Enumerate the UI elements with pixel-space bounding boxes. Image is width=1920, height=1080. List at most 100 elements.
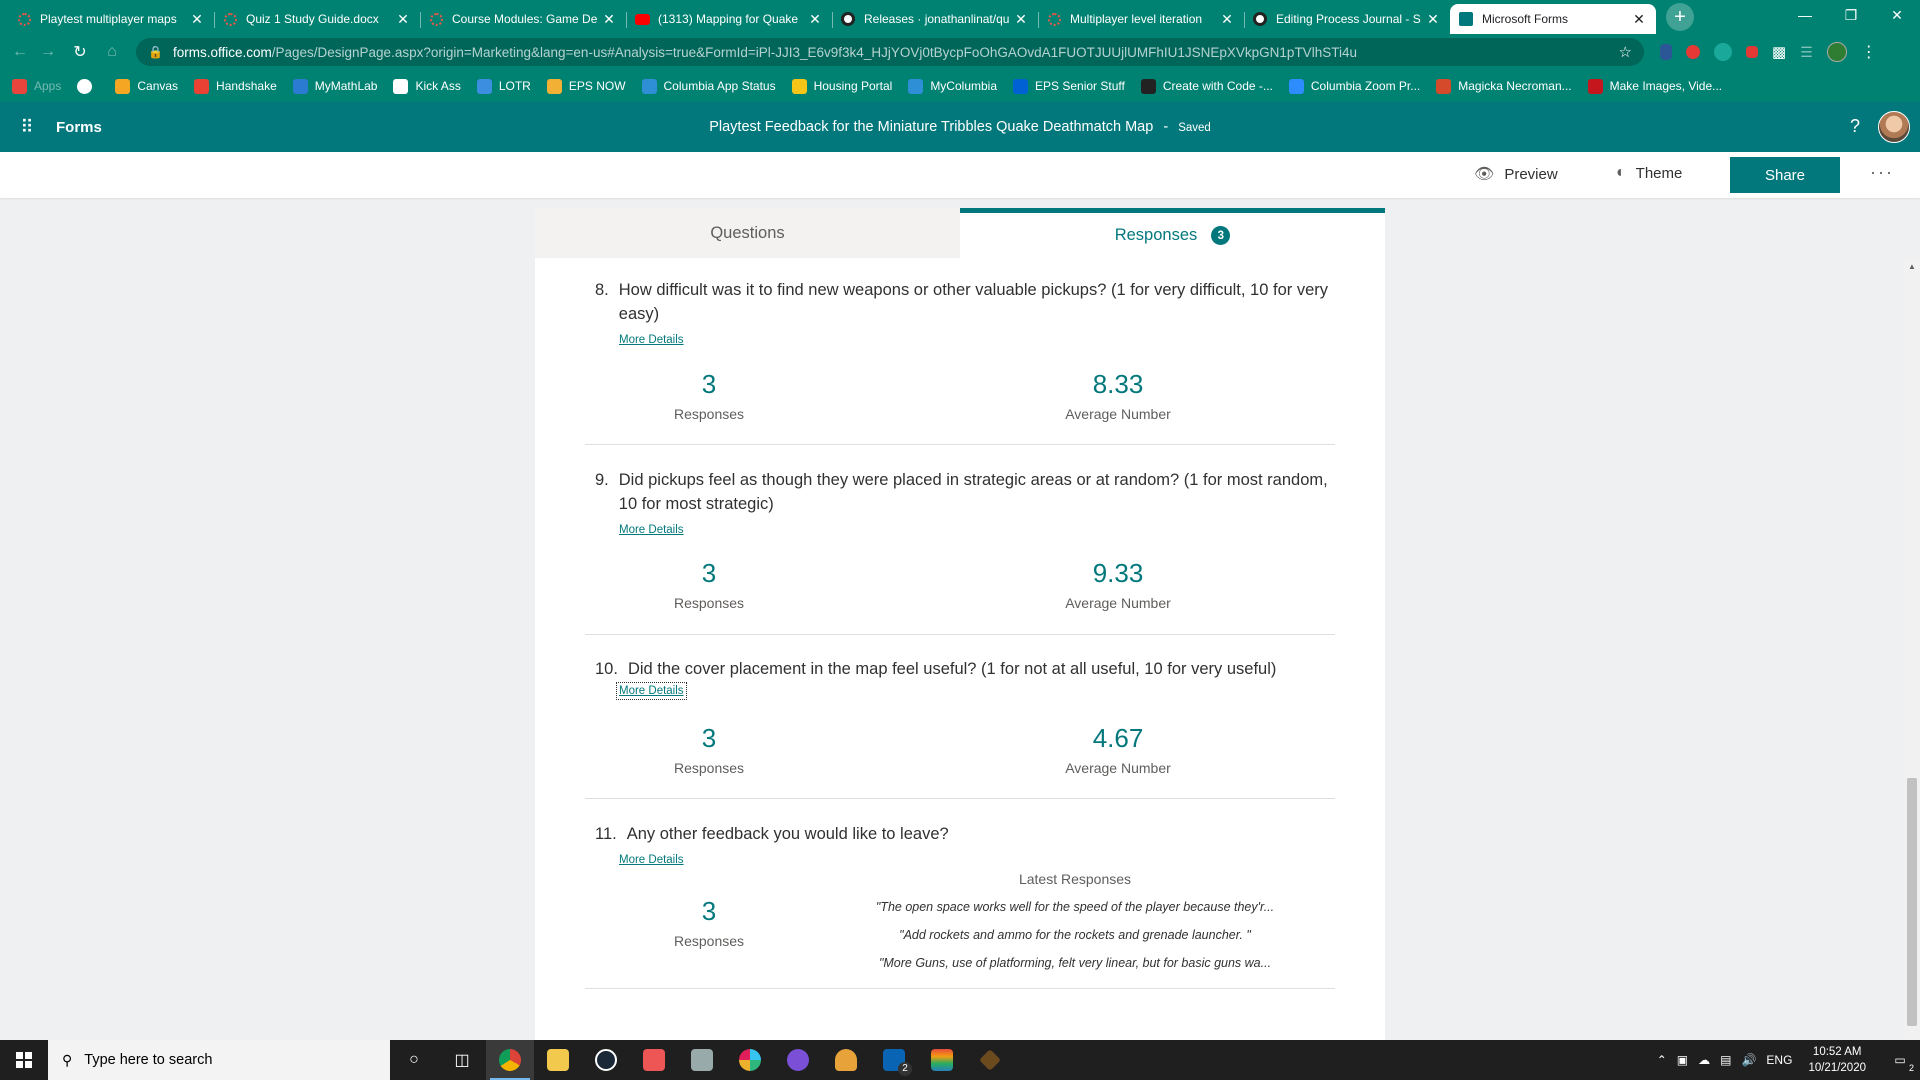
bookmark-item[interactable]: MyMathLab <box>292 78 377 94</box>
language-indicator[interactable]: ENG <box>1766 1053 1792 1067</box>
scrollbar-thumb[interactable] <box>1907 778 1917 1026</box>
app-launcher-icon[interactable]: ⠿ <box>0 117 54 138</box>
notification-icon[interactable]: ▭ 2 <box>1880 1053 1920 1073</box>
share-button[interactable]: Share <box>1730 157 1840 193</box>
discord-app-icon[interactable] <box>630 1040 678 1080</box>
browser-tab[interactable]: Editing Process Journal - S ✕ <box>1244 4 1450 34</box>
clock[interactable]: 10:52 AM 10/21/2020 <box>1808 1044 1866 1076</box>
bookmark-item[interactable]: Columbia Zoom Pr... <box>1288 78 1420 94</box>
bookmark-item[interactable]: Canvas <box>115 78 178 94</box>
windows-start-icon[interactable] <box>0 1040 48 1080</box>
app-name[interactable]: Forms <box>56 119 102 136</box>
close-tab-icon[interactable]: ✕ <box>1424 11 1442 28</box>
more-details-link[interactable]: More Details <box>616 682 687 700</box>
app-icon[interactable] <box>822 1040 870 1080</box>
more-details-link[interactable]: More Details <box>619 524 684 536</box>
home-icon[interactable]: ⌂ <box>98 38 126 66</box>
bookmark-star-icon[interactable]: ☆ <box>1619 43 1632 61</box>
file-explorer-icon[interactable] <box>534 1040 582 1080</box>
new-tab-button[interactable]: + <box>1666 3 1694 31</box>
browser-tab[interactable]: Releases · jonathanlinat/qu ✕ <box>832 4 1038 34</box>
bookmark-item[interactable]: Create with Code -... <box>1140 78 1273 94</box>
mail-icon[interactable]: 2 <box>870 1040 918 1080</box>
onedrive-icon[interactable]: ☁ <box>1698 1053 1710 1067</box>
tray-app-icon[interactable]: ▣ <box>1677 1053 1688 1067</box>
more-options-icon[interactable]: ··· <box>1870 162 1894 183</box>
bookmark-item[interactable]: MyColumbia <box>908 78 997 94</box>
avatar[interactable] <box>1878 111 1910 143</box>
close-tab-icon[interactable]: ✕ <box>1630 11 1648 28</box>
bookmark-item[interactable]: EPS NOW <box>546 78 626 94</box>
extension-icon[interactable] <box>1746 46 1758 58</box>
chevron-up-icon[interactable]: ⌃ <box>1657 1053 1667 1067</box>
restore-icon[interactable]: ❐ <box>1828 0 1874 30</box>
responses-label: Responses <box>673 760 745 776</box>
form-title-area: Playtest Feedback for the Miniature Trib… <box>0 119 1920 135</box>
slack-icon[interactable] <box>726 1040 774 1080</box>
extension-icon[interactable] <box>1660 44 1672 60</box>
scroll-up-arrow-icon[interactable]: ▲ <box>1904 258 1920 274</box>
chrome-icon[interactable] <box>486 1040 534 1080</box>
browser-tab[interactable]: Playtest multiplayer maps ✕ <box>8 4 214 34</box>
theme-button[interactable]: ◐ Theme <box>1616 164 1682 182</box>
task-view-icon[interactable]: ◫ <box>438 1040 486 1080</box>
volume-icon[interactable]: 🔊 <box>1741 1053 1756 1067</box>
app-icon[interactable] <box>918 1040 966 1080</box>
extension-icon[interactable] <box>1714 43 1732 61</box>
network-icon[interactable]: ▤ <box>1720 1053 1731 1067</box>
tab-questions[interactable]: Questions <box>535 208 960 258</box>
browser-menu-icon[interactable]: ⋮ <box>1861 42 1877 62</box>
bookmark-item[interactable] <box>77 78 99 94</box>
extension-icon[interactable] <box>1686 45 1700 59</box>
responses-card: 8. How difficult was it to find new weap… <box>535 258 1385 1040</box>
cortana-icon[interactable]: ○ <box>390 1040 438 1080</box>
back-arrow-icon[interactable]: ← <box>6 38 34 66</box>
minimize-icon[interactable]: — <box>1782 0 1828 30</box>
app-icon[interactable] <box>678 1040 726 1080</box>
more-details-link[interactable]: More Details <box>619 334 684 346</box>
help-button[interactable]: ? <box>1850 116 1860 137</box>
profile-icon[interactable] <box>1826 42 1847 62</box>
bookmark-item[interactable]: LOTR <box>476 78 531 94</box>
puzzle-icon[interactable]: ▩ <box>1772 43 1786 61</box>
responses-label: Responses <box>673 933 745 949</box>
more-details-link[interactable]: More Details <box>619 854 684 866</box>
bookmark-item[interactable]: Apps <box>12 78 61 94</box>
close-tab-icon[interactable]: ✕ <box>806 11 824 28</box>
bookmark-item[interactable]: Make Images, Vide... <box>1587 78 1722 94</box>
close-tab-icon[interactable]: ✕ <box>1218 11 1236 28</box>
bookmark-item[interactable]: Columbia App Status <box>641 78 776 94</box>
browser-tab[interactable]: Microsoft Forms ✕ <box>1450 4 1656 34</box>
close-tab-icon[interactable]: ✕ <box>600 11 618 28</box>
address-bar[interactable]: 🔒 forms.office.com /Pages/DesignPage.asp… <box>136 38 1644 66</box>
steam-icon[interactable] <box>582 1040 630 1080</box>
taskbar-search[interactable]: ⚲ Type here to search <box>48 1040 390 1080</box>
bookmark-item[interactable]: EPS Senior Stuff <box>1013 78 1125 94</box>
search-icon: ⚲ <box>62 1051 73 1068</box>
latest-response: "More Guns, use of platforming, felt ver… <box>878 956 1272 970</box>
browser-tab[interactable]: Quiz 1 Study Guide.docx ✕ <box>214 4 420 34</box>
browser-tab[interactable]: Multiplayer level iteration ✕ <box>1038 4 1244 34</box>
forward-arrow-icon[interactable]: → <box>34 38 62 66</box>
latest-responses-heading: Latest Responses <box>1018 871 1132 887</box>
reading-list-icon[interactable]: ☰ <box>1800 44 1813 61</box>
bookmark-item[interactable]: Handshake <box>194 78 277 94</box>
reload-icon[interactable]: ↻ <box>66 38 94 66</box>
bookmark-item[interactable]: Kick Ass <box>393 78 461 94</box>
browser-tab-strip: Playtest multiplayer maps ✕ Quiz 1 Study G… <box>0 0 1920 34</box>
bookmarks-bar: Apps Canvas Handshake MyMathLab Kick Ass LOTR… <box>0 70 1920 102</box>
bookmark-item[interactable]: Magicka Necroman... <box>1436 78 1572 94</box>
bookmark-item[interactable]: Housing Portal <box>791 78 892 94</box>
browser-tab[interactable]: Course Modules: Game De ✕ <box>420 4 626 34</box>
browser-tab[interactable]: (1313) Mapping for Quake ✕ <box>626 4 832 34</box>
close-tab-icon[interactable]: ✕ <box>188 11 206 28</box>
close-tab-icon[interactable]: ✕ <box>394 11 412 28</box>
app-icon[interactable] <box>966 1040 1014 1080</box>
close-tab-icon[interactable]: ✕ <box>1012 11 1030 28</box>
app-icon[interactable] <box>774 1040 822 1080</box>
close-window-icon[interactable]: ✕ <box>1874 0 1920 30</box>
preview-button[interactable]: 👁 Preview <box>1474 164 1558 184</box>
responses-stat: 3 Responses <box>609 722 809 776</box>
tab-responses[interactable]: Responses 3 <box>960 208 1385 258</box>
lock-icon: 🔒 <box>148 45 163 59</box>
